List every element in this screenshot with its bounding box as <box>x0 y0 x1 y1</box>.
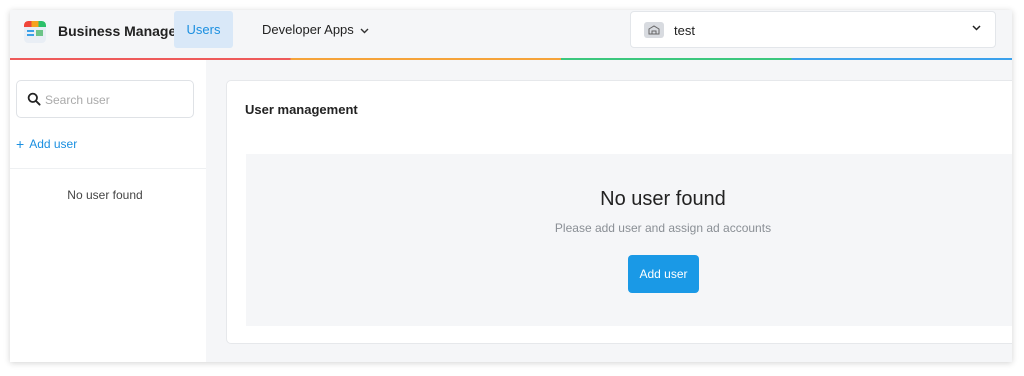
add-user-button[interactable]: Add user <box>628 255 699 293</box>
add-user-button-label: Add user <box>639 267 688 281</box>
account-selector[interactable]: test <box>630 11 996 48</box>
nav-tab-users[interactable]: Users <box>174 11 233 48</box>
sidebar-add-user-link[interactable]: + Add user <box>16 137 77 151</box>
empty-state-title: No user found <box>600 188 726 210</box>
account-icon <box>644 22 664 38</box>
sidebar-divider <box>10 168 206 169</box>
brand-title: Business Manager <box>58 23 182 39</box>
card-title: User management <box>245 102 358 117</box>
user-management-card: User management No user found Please add… <box>226 80 1012 344</box>
top-header: Business Manager Users Developer Apps te… <box>10 10 1012 58</box>
account-selector-value: test <box>674 23 695 38</box>
sidebar-add-user-label: Add user <box>29 137 78 151</box>
empty-state-subtitle: Please add user and assign ad accounts <box>554 221 772 235</box>
plus-icon: + <box>16 136 25 152</box>
app-logo-icon <box>24 21 46 43</box>
empty-state-panel: No user found Please add user and assign… <box>246 154 1012 326</box>
nav-developer-apps-label: Developer Apps <box>262 22 354 37</box>
app-window: Business Manager Users Developer Apps te… <box>10 10 1012 362</box>
chevron-down-icon <box>360 26 369 36</box>
sidebar: + Add user No user found <box>10 60 206 362</box>
search-box[interactable] <box>16 80 194 118</box>
chevron-down-icon <box>972 23 981 34</box>
nav-tab-users-label: Users <box>186 22 221 37</box>
nav-developer-apps[interactable]: Developer Apps <box>262 22 369 37</box>
search-icon <box>27 92 41 106</box>
search-input[interactable] <box>45 90 185 110</box>
sidebar-empty-text: No user found <box>67 188 143 202</box>
